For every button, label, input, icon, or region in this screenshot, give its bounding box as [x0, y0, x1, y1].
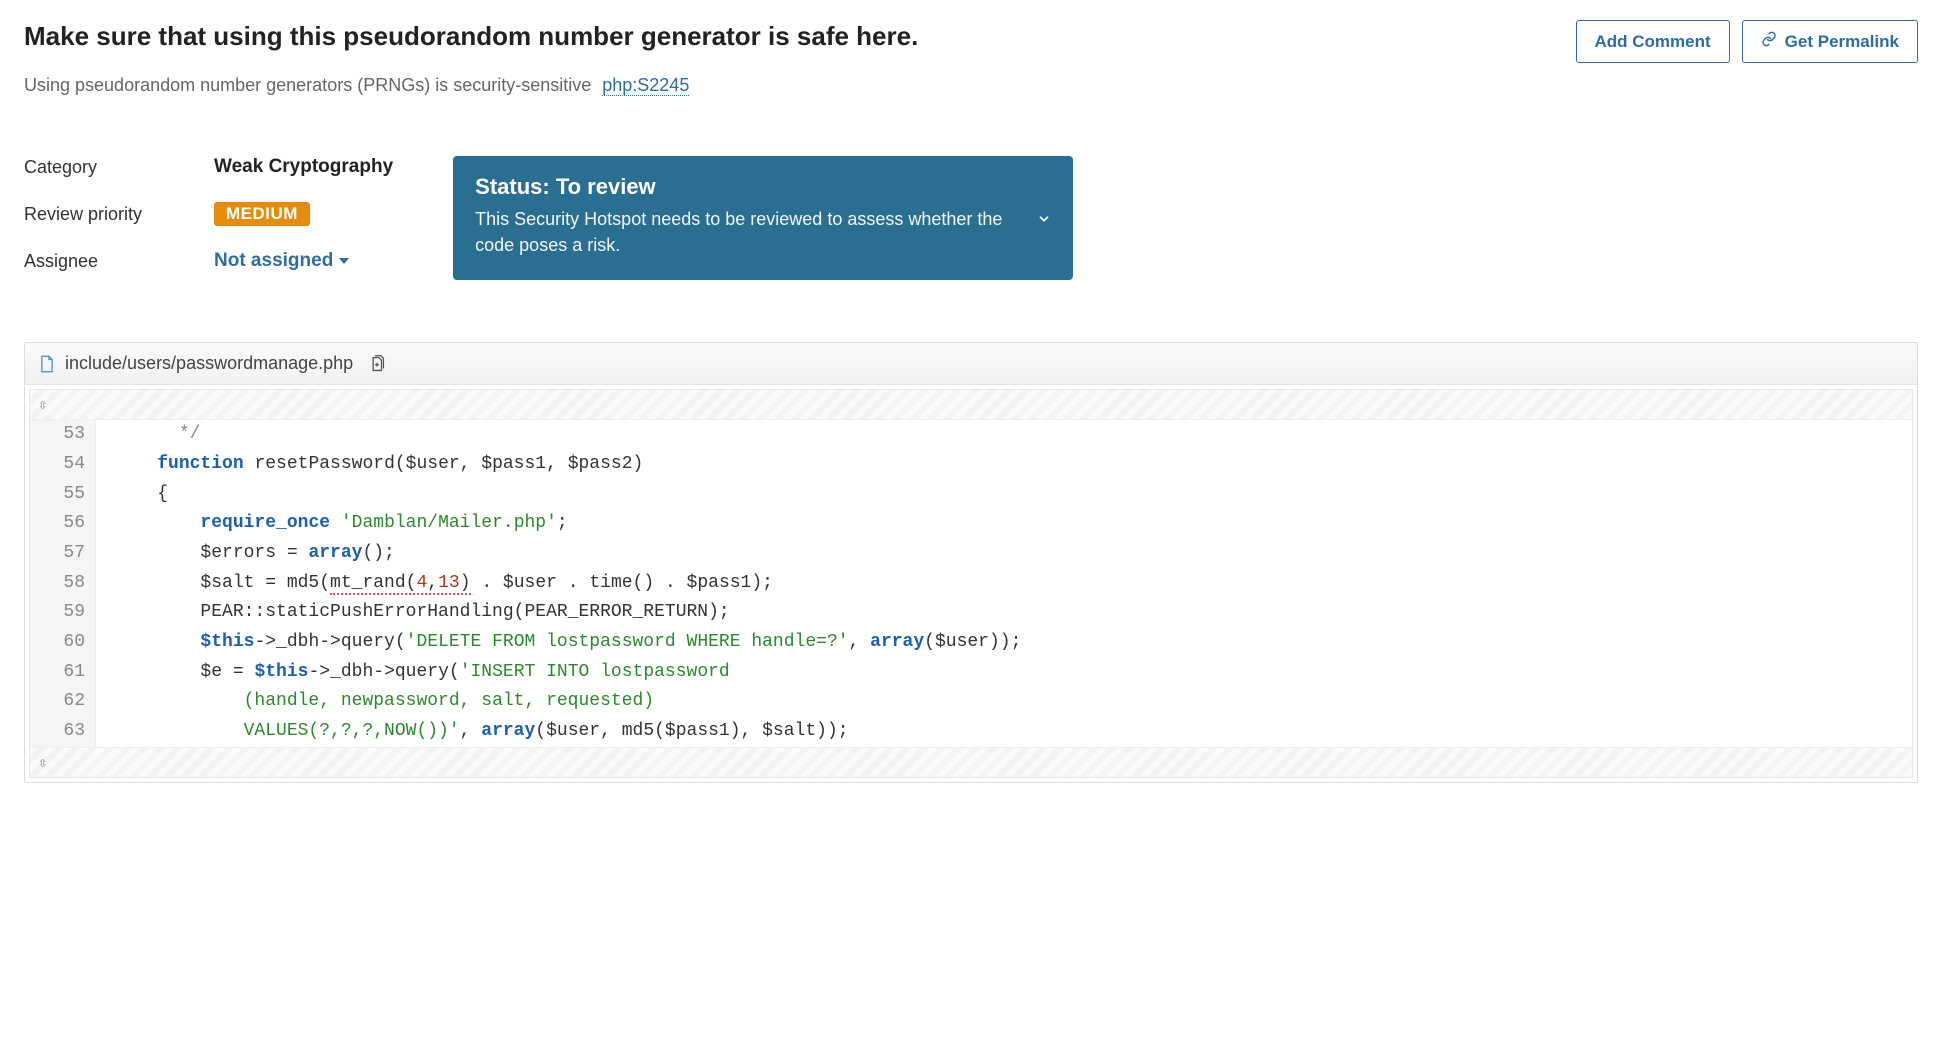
- code-source: VALUES(?,?,?,NOW())', array($user, md5($…: [96, 717, 849, 747]
- priority-badge: MEDIUM: [214, 202, 310, 226]
- assignee-value-wrap: Not assigned: [214, 250, 393, 272]
- get-permalink-button[interactable]: Get Permalink: [1742, 20, 1918, 63]
- caret-down-icon: [339, 258, 349, 264]
- code-source: (handle, newpassword, salt, requested): [96, 687, 654, 717]
- rule-key-link[interactable]: php:S2245: [602, 75, 689, 96]
- code-line: 57 $errors = array();: [30, 539, 1912, 569]
- file-path: include/users/passwordmanage.php: [65, 353, 353, 374]
- code-source: $salt = md5(mt_rand(4,13) . $user . time…: [96, 569, 773, 599]
- code-file-bar: include/users/passwordmanage.php: [25, 343, 1917, 385]
- assignee-value: Not assigned: [214, 250, 333, 272]
- line-number: 53: [30, 420, 96, 450]
- open-new-window-icon[interactable]: [369, 355, 385, 373]
- line-number: 55: [30, 480, 96, 510]
- code-line: 56 require_once 'Damblan/Mailer.php';: [30, 509, 1912, 539]
- line-number: 54: [30, 450, 96, 480]
- line-number: 57: [30, 539, 96, 569]
- line-number: 60: [30, 628, 96, 658]
- meta-grid: Category Weak Cryptography Review priori…: [24, 156, 393, 272]
- line-number: 62: [30, 687, 96, 717]
- code-source: require_once 'Damblan/Mailer.php';: [96, 509, 568, 539]
- code-source: $this->_dbh->query('DELETE FROM lostpass…: [96, 628, 1021, 658]
- code-source: */: [96, 420, 200, 450]
- link-icon: [1761, 31, 1777, 52]
- code-source: $errors = array();: [96, 539, 395, 569]
- code-body: ⇳ 53 */54 function resetPassword($user, …: [29, 389, 1913, 778]
- priority-value-wrap: MEDIUM: [214, 202, 393, 226]
- add-comment-label: Add Comment: [1595, 32, 1711, 52]
- line-number: 59: [30, 598, 96, 628]
- line-number: 58: [30, 569, 96, 599]
- code-line: 55 {: [30, 480, 1912, 510]
- expand-icon: ⇳: [38, 753, 47, 772]
- code-lines: 53 */54 function resetPassword($user, $p…: [30, 420, 1912, 747]
- code-line: 60 $this->_dbh->query('DELETE FROM lostp…: [30, 628, 1912, 658]
- code-line: 63 VALUES(?,?,?,NOW())', array($user, md…: [30, 717, 1912, 747]
- line-number: 56: [30, 509, 96, 539]
- meta-row: Category Weak Cryptography Review priori…: [24, 156, 1918, 280]
- priority-label: Review priority: [24, 204, 194, 225]
- line-number: 63: [30, 717, 96, 747]
- code-source: $e = $this->_dbh->query('INSERT INTO los…: [96, 658, 730, 688]
- code-panel: include/users/passwordmanage.php ⇳ 53 */…: [24, 342, 1918, 783]
- code-line: 54 function resetPassword($user, $pass1,…: [30, 450, 1912, 480]
- status-title: Status: To review: [475, 174, 1013, 200]
- expand-above[interactable]: ⇳: [30, 390, 1912, 420]
- code-line: 53 */: [30, 420, 1912, 450]
- code-source: PEAR::staticPushErrorHandling(PEAR_ERROR…: [96, 598, 730, 628]
- status-body: This Security Hotspot needs to be review…: [475, 206, 1013, 258]
- category-value: Weak Cryptography: [214, 156, 393, 178]
- line-number: 61: [30, 658, 96, 688]
- category-label: Category: [24, 157, 194, 178]
- code-source: function resetPassword($user, $pass1, $p…: [96, 450, 643, 480]
- issue-title: Make sure that using this pseudorandom n…: [24, 20, 918, 54]
- issue-header: Make sure that using this pseudorandom n…: [24, 20, 1918, 63]
- code-line: 58 $salt = md5(mt_rand(4,13) . $user . t…: [30, 569, 1912, 599]
- assignee-dropdown[interactable]: Not assigned: [214, 250, 349, 272]
- file-icon: [39, 355, 55, 373]
- assignee-label: Assignee: [24, 251, 194, 272]
- issue-subtitle: Using pseudorandom number generators (PR…: [24, 75, 591, 95]
- header-actions: Add Comment Get Permalink: [1576, 20, 1919, 63]
- chevron-down-icon: [1037, 211, 1051, 225]
- expand-icon: ⇳: [38, 395, 47, 414]
- expand-below[interactable]: ⇳: [30, 747, 1912, 777]
- code-line: 59 PEAR::staticPushErrorHandling(PEAR_ER…: [30, 598, 1912, 628]
- code-line: 62 (handle, newpassword, salt, requested…: [30, 687, 1912, 717]
- code-line: 61 $e = $this->_dbh->query('INSERT INTO …: [30, 658, 1912, 688]
- get-permalink-label: Get Permalink: [1785, 32, 1899, 52]
- code-source: {: [96, 480, 168, 510]
- status-panel[interactable]: Status: To review This Security Hotspot …: [453, 156, 1073, 280]
- issue-subtitle-row: Using pseudorandom number generators (PR…: [24, 75, 1918, 96]
- add-comment-button[interactable]: Add Comment: [1576, 20, 1730, 63]
